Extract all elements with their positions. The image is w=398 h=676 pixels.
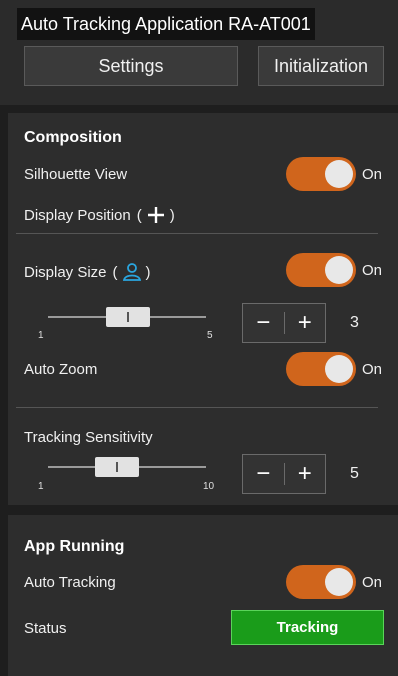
display-size-label: Display Size (24, 263, 107, 281)
display-position-row: Display Position ( ) (24, 205, 175, 225)
auto-zoom-state: On (362, 361, 383, 378)
tracking-sensitivity-slider-min: 1 (38, 481, 44, 492)
paren-open: ( (112, 263, 118, 281)
decrease-button[interactable]: − (243, 304, 284, 342)
silhouette-view-label: Silhouette View (24, 166, 128, 183)
tracking-sensitivity-value: 5 (350, 465, 359, 482)
tracking-sensitivity-slider-thumb[interactable] (95, 457, 139, 477)
app-title: Auto Tracking Application RA-AT001 (17, 8, 315, 40)
display-size-slider-thumb[interactable] (106, 307, 150, 327)
display-position-label: Display Position (24, 206, 131, 224)
auto-zoom-label: Auto Zoom (24, 361, 98, 378)
divider (16, 233, 378, 234)
display-size-toggle[interactable] (286, 253, 356, 287)
display-size-slider-min: 1 (38, 330, 44, 341)
divider (16, 407, 378, 408)
initialization-button[interactable]: Initialization (258, 46, 384, 86)
auto-tracking-toggle[interactable] (286, 565, 356, 599)
toggle-knob (325, 256, 353, 284)
paren-close: ) (169, 206, 175, 224)
toggle-knob (325, 160, 353, 188)
status-label: Status (24, 620, 67, 637)
paren-open: ( (136, 206, 142, 224)
auto-tracking-state: On (362, 574, 383, 591)
decrease-button[interactable]: − (243, 455, 284, 493)
app-running-heading: App Running (24, 538, 125, 555)
display-size-value: 3 (350, 314, 359, 331)
toggle-knob (325, 568, 353, 596)
display-size-row: Display Size ( ) (24, 262, 151, 282)
auto-zoom-toggle[interactable] (286, 352, 356, 386)
auto-tracking-label: Auto Tracking (24, 574, 116, 591)
silhouette-view-toggle[interactable] (286, 157, 356, 191)
silhouette-view-state: On (362, 166, 383, 183)
status-badge: Tracking (231, 610, 384, 645)
increase-button[interactable]: + (285, 455, 326, 493)
person-icon (122, 262, 142, 282)
display-size-stepper: − + (242, 303, 326, 343)
paren-close: ) (145, 263, 151, 281)
toggle-knob (325, 355, 353, 383)
tracking-sensitivity-label: Tracking Sensitivity (24, 429, 153, 446)
increase-button[interactable]: + (285, 304, 326, 342)
tracking-sensitivity-slider-max: 10 (203, 481, 215, 492)
crosshair-plus-icon[interactable] (146, 205, 166, 225)
tracking-sensitivity-stepper: − + (242, 454, 326, 494)
display-size-slider-max: 5 (207, 330, 213, 341)
display-size-state: On (362, 262, 383, 279)
composition-heading: Composition (24, 129, 122, 146)
settings-button[interactable]: Settings (24, 46, 238, 86)
